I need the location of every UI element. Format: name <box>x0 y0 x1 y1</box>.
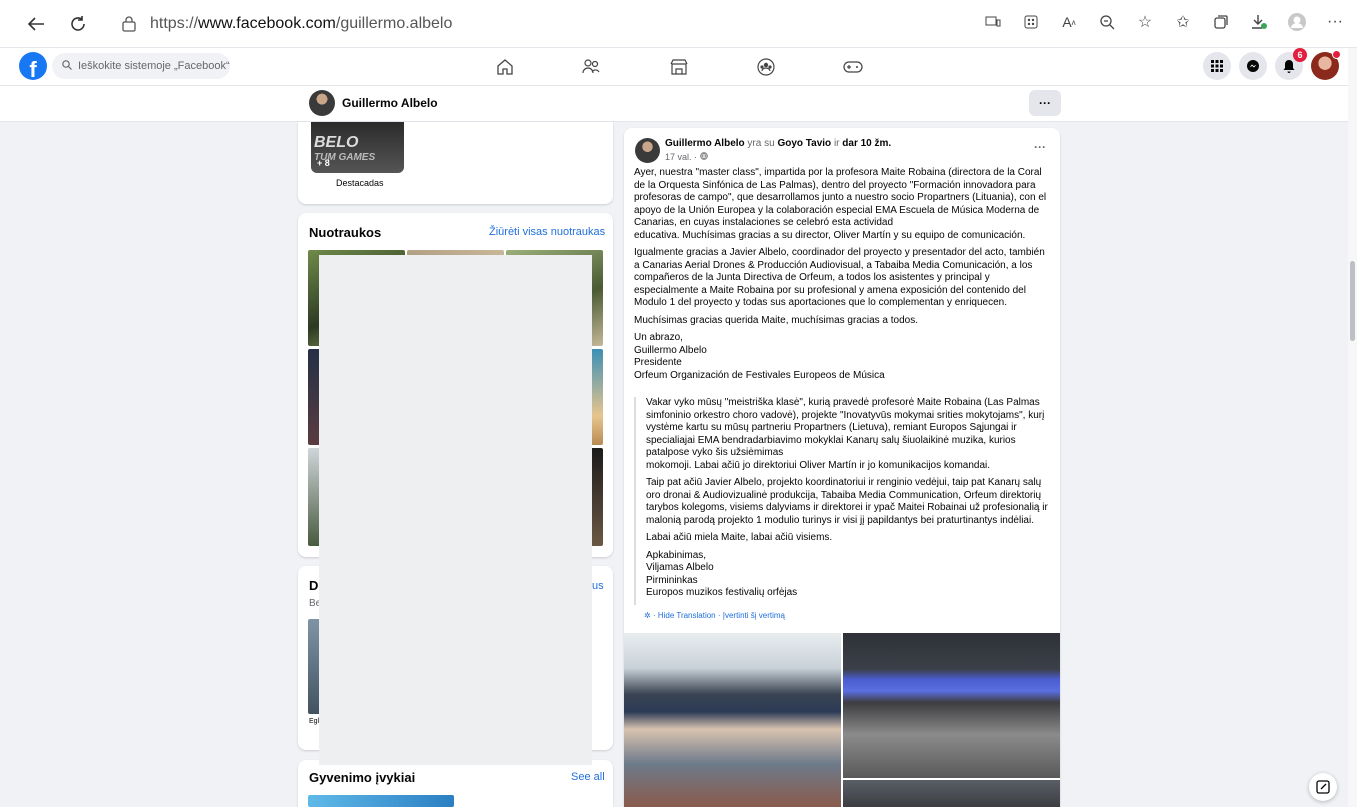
profile-name[interactable]: Guillermo Albelo <box>342 96 438 110</box>
profile-sticky-bar: Guillermo Albelo ··· <box>0 86 1357 122</box>
translation-paragraph: Labai ačiū miela Maite, labai ačiū visie… <box>646 532 833 543</box>
post-tagged-user[interactable]: Goyo Tavio <box>777 138 831 149</box>
compose-button[interactable] <box>1309 773 1337 801</box>
post-time[interactable]: 17 val. · <box>665 152 708 162</box>
highlight-thumbnail[interactable]: BELO TUM GAMES + 8 <box>311 122 404 173</box>
address-bar[interactable]: https://www.facebook.com/guillermo.albel… <box>106 9 966 39</box>
post-paragraph: Un abrazo, Guillermo Albelo Presidente O… <box>634 332 885 381</box>
notifications-bell-icon[interactable]: 6 <box>1275 48 1307 80</box>
messenger-icon[interactable] <box>1239 52 1267 80</box>
post-with-text: yra su <box>747 138 775 149</box>
post-translation: Vakar vyko mūsų "meistriška klasė", kuri… <box>634 397 1052 605</box>
header-actions: 6 <box>1203 48 1341 80</box>
highlight-thumb-text: BELO <box>314 134 359 151</box>
translation-paragraph: Taip pat ačiū Javier Albelo, projekto ko… <box>646 477 1048 526</box>
post-others[interactable]: dar 10 žm. <box>842 138 891 149</box>
post-photo-group[interactable] <box>624 633 841 807</box>
post-photo-presentation[interactable] <box>843 633 1060 778</box>
browser-toolbar: https://www.facebook.com/guillermo.albel… <box>0 0 1357 48</box>
life-events-title: Gyvenimo įvykiai <box>309 770 416 785</box>
profile-more-button[interactable]: ··· <box>1029 90 1061 116</box>
search-placeholder: Ieškokite sistemoje „Facebook“ <box>78 60 230 72</box>
favorite-star-icon[interactable]: ☆ <box>1133 10 1157 34</box>
hide-translation-link[interactable]: · Hide Translation · Įvertinti šį vertim… <box>653 611 785 620</box>
content-placeholder <box>319 255 592 765</box>
collections-icon[interactable] <box>1209 10 1233 34</box>
post-author-avatar[interactable] <box>635 138 660 163</box>
friends-icon[interactable] <box>576 52 606 82</box>
post-time-text: 17 val. · <box>665 152 698 162</box>
refresh-icon[interactable] <box>64 10 92 38</box>
photos-title: Nuotraukos <box>309 225 382 240</box>
url-path: /guillermo.albelo <box>335 15 453 32</box>
lock-icon[interactable] <box>122 16 136 32</box>
highlights-label[interactable]: Destacadas <box>336 178 384 188</box>
featured-title-fragment: D <box>309 578 319 593</box>
post-author[interactable]: Guillermo Albelo <box>665 138 745 149</box>
device-icon[interactable] <box>981 10 1005 34</box>
facebook-logo-icon[interactable]: f <box>19 52 47 80</box>
gaming-icon[interactable] <box>838 52 868 82</box>
user-profile-icon[interactable] <box>1285 10 1309 34</box>
translation-links[interactable]: ✲ · Hide Translation · Įvertinti šį vert… <box>644 611 785 620</box>
see-all-photos-link[interactable]: Žiūrėti visas nuotraukas <box>489 226 605 238</box>
post-paragraph: Igualmente gracias a Javier Albelo, coor… <box>634 247 1045 308</box>
url-host: www.facebook.com <box>198 15 336 32</box>
back-arrow-icon[interactable] <box>22 10 50 38</box>
zoom-icon[interactable] <box>1095 10 1119 34</box>
featured-link-fragment[interactable]: us <box>592 580 604 592</box>
profile-avatar[interactable] <box>309 90 335 116</box>
download-icon[interactable] <box>1247 10 1271 34</box>
life-event-image[interactable] <box>308 795 454 807</box>
scrollbar-thumb[interactable] <box>1350 261 1355 341</box>
globe-icon <box>699 152 708 160</box>
notification-badge: 6 <box>1293 48 1307 62</box>
groups-icon[interactable] <box>751 52 781 82</box>
post-and-text: ir <box>833 138 840 149</box>
browser-tools: Aʌ ☆ ✩ ··· <box>981 10 1347 34</box>
post-paragraph: Muchísimas gracias querida Maite, muchís… <box>634 314 919 326</box>
post-header: Guillermo Albelo yra su Goyo Tavio ir da… <box>665 138 891 149</box>
search-icon <box>62 59 72 73</box>
browser-menu-icon[interactable]: ··· <box>1323 10 1347 34</box>
facebook-search[interactable]: Ieškokite sistemoje „Facebook“ <box>52 53 230 79</box>
account-avatar[interactable] <box>1311 50 1341 80</box>
featured-caption-fragment: Egl <box>309 718 320 725</box>
facebook-header: f Ieškokite sistemoje „Facebook“ 6 <box>0 48 1357 86</box>
translation-paragraph: Vakar vyko mūsų "meistriška klasė", kuri… <box>646 397 1045 471</box>
post-card: Guillermo Albelo yra su Goyo Tavio ir da… <box>624 128 1060 807</box>
read-aloud-icon[interactable]: Aʌ <box>1057 10 1081 34</box>
menu-grid-icon[interactable] <box>1203 52 1231 80</box>
post-paragraph: Ayer, nuestra "master class", impartida … <box>634 167 1047 241</box>
apps-grid-icon[interactable] <box>1019 10 1043 34</box>
translation-gear-icon: ✲ <box>644 611 651 620</box>
highlight-count: + 8 <box>317 158 330 168</box>
compose-icon <box>1316 780 1330 794</box>
home-icon[interactable] <box>490 52 520 82</box>
post-photo-room[interactable] <box>843 780 1060 807</box>
favorites-list-icon[interactable]: ✩ <box>1171 10 1195 34</box>
page-scrollbar[interactable] <box>1348 48 1357 807</box>
marketplace-icon[interactable] <box>664 52 694 82</box>
translation-paragraph: Apkabinimas, Viljamas Albelo Pirmininkas… <box>646 549 798 599</box>
post-options-icon[interactable]: ··· <box>1034 140 1046 154</box>
url-prefix: https:// <box>150 15 199 32</box>
post-text: Ayer, nuestra "master class", impartida … <box>634 167 1052 387</box>
life-events-see-all-link[interactable]: See all <box>571 771 605 783</box>
status-dot <box>1332 50 1341 59</box>
